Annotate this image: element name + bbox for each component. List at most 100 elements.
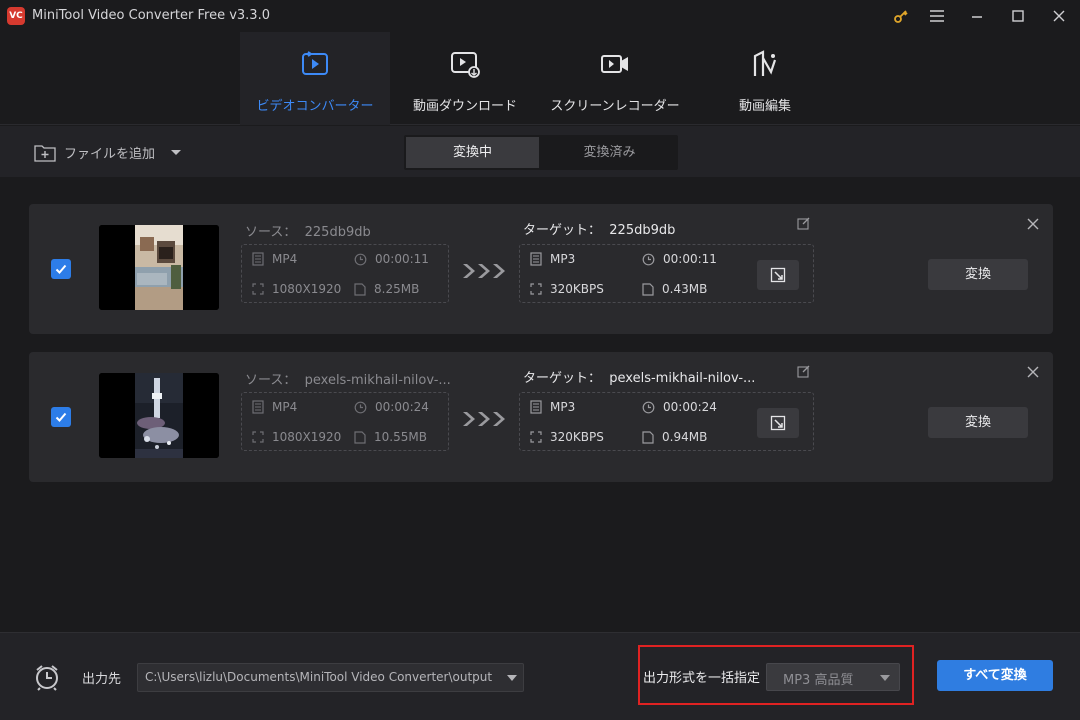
app-title: MiniTool Video Converter Free v3.3.0 (32, 8, 270, 23)
source-name: pexels-mikhail-nilov-... (304, 373, 451, 388)
convert-button[interactable]: 変換 (928, 259, 1028, 290)
source-label: ソース： 225db9db (245, 225, 371, 240)
target-format: MP3 (530, 252, 575, 266)
check-icon (55, 412, 67, 422)
download-icon (451, 52, 480, 78)
check-icon (55, 264, 67, 274)
video-thumbnail (99, 373, 219, 458)
target-duration: 00:00:11 (642, 252, 717, 266)
tab-video-download[interactable]: 動画ダウンロード (390, 32, 540, 125)
convert-arrow-icon (461, 262, 509, 280)
add-file-icon (34, 145, 56, 162)
app-logo: VC (7, 7, 25, 25)
convert-arrow-icon (461, 410, 509, 428)
tab-label: 動画ダウンロード (412, 99, 517, 114)
file-size-icon (354, 282, 366, 296)
tab-video-converter[interactable]: ビデオコンバーター (240, 32, 390, 125)
tab-video-editor[interactable]: 動画編集 (690, 32, 840, 125)
convert-button[interactable]: 変換 (928, 407, 1028, 438)
format-settings-button[interactable] (757, 260, 799, 290)
remove-item-icon[interactable] (1027, 218, 1039, 230)
target-name: pexels-mikhail-nilov-... (609, 371, 756, 386)
source-info-box: MP4 00:00:11 1080X1920 8.25MB (241, 244, 449, 303)
file-size-icon (354, 430, 366, 444)
clock-icon (642, 253, 655, 265)
conversion-list: ソース： 225db9db MP4 00:00:11 1080X1920 8.2… (0, 177, 1080, 632)
edit-format-icon (770, 415, 786, 431)
output-path-text: C:\Users\lizlu\Documents\MiniTool Video … (145, 670, 493, 684)
item-checkbox[interactable] (51, 407, 71, 427)
file-icon (252, 400, 264, 414)
target-bitrate: 320KBPS (530, 430, 604, 444)
target-label: ターゲット： pexels-mikhail-nilov-... (523, 371, 756, 386)
add-file-button[interactable]: ファイルを追加 (34, 142, 187, 162)
resolution-icon (252, 431, 264, 443)
remove-item-icon[interactable] (1027, 366, 1039, 378)
conversion-item: ソース： 225db9db MP4 00:00:11 1080X1920 8.2… (29, 204, 1053, 334)
clock-icon (354, 401, 367, 413)
source-resolution: 1080X1920 (252, 430, 341, 444)
conversion-item: ソース： pexels-mikhail-nilov-... MP4 00:00:… (29, 352, 1053, 482)
target-name: 225db9db (609, 223, 676, 238)
camera-icon (601, 55, 628, 73)
source-duration: 00:00:24 (354, 400, 429, 414)
source-resolution: 1080X1920 (252, 282, 341, 296)
clock-icon (642, 401, 655, 413)
close-icon[interactable] (1044, 4, 1074, 28)
alarm-clock-icon[interactable] (34, 663, 60, 691)
target-bitrate: 320KBPS (530, 282, 604, 296)
output-label: 出力先 (82, 672, 122, 687)
pencil-icon[interactable] (797, 217, 810, 230)
source-format: MP4 (252, 400, 297, 414)
target-label: ターゲット： 225db9db (523, 223, 676, 238)
clock-icon (354, 253, 367, 265)
menu-icon[interactable] (922, 4, 952, 28)
maximize-icon[interactable] (1003, 4, 1033, 28)
target-size: 0.43MB (642, 282, 707, 296)
video-thumbnail (99, 225, 219, 310)
file-icon (530, 400, 542, 414)
target-size: 0.94MB (642, 430, 707, 444)
source-format: MP4 (252, 252, 297, 266)
footer-bar: 出力先 C:\Users\lizlu\Documents\MiniTool Vi… (0, 632, 1080, 720)
file-icon (530, 252, 542, 266)
batch-format-label: 出力形式を一括指定 (643, 671, 761, 686)
output-path-select[interactable]: C:\Users\lizlu\Documents\MiniTool Video … (137, 663, 524, 692)
source-size: 10.55MB (354, 430, 427, 444)
toolbar: ファイルを追加 変換中 変換済み (0, 126, 1080, 177)
chevron-down-icon[interactable] (165, 145, 187, 159)
pencil-icon[interactable] (797, 365, 810, 378)
convert-icon (302, 51, 328, 75)
tab-converted[interactable]: 変換済み (543, 137, 676, 168)
chevron-down-icon (507, 675, 517, 681)
main-nav: ビデオコンバーター 動画ダウンロード スクリーンレコーダー 動画編集 (0, 32, 1080, 125)
edit-format-icon (770, 267, 786, 283)
source-duration: 00:00:11 (354, 252, 429, 266)
minimize-icon[interactable] (962, 4, 992, 28)
title-bar: VC MiniTool Video Converter Free v3.3.0 (0, 0, 1080, 32)
tab-screen-recorder[interactable]: スクリーンレコーダー (540, 32, 690, 125)
tab-label: スクリーンレコーダー (550, 99, 680, 114)
target-duration: 00:00:24 (642, 400, 717, 414)
tab-label: ビデオコンバーター (256, 99, 374, 114)
file-size-icon (642, 430, 654, 444)
convert-all-button[interactable]: すべて変換 (937, 660, 1053, 691)
resolution-icon (252, 283, 264, 295)
key-icon[interactable] (886, 4, 916, 28)
source-size: 8.25MB (354, 282, 419, 296)
edit-video-icon (753, 50, 777, 76)
chevron-down-icon (880, 675, 890, 681)
batch-format-select[interactable]: MP3 高品質 (766, 663, 900, 691)
tab-converting[interactable]: 変換中 (406, 137, 539, 168)
add-file-label: ファイルを追加 (64, 146, 156, 162)
item-checkbox[interactable] (51, 259, 71, 279)
source-name: 225db9db (304, 225, 371, 240)
file-size-icon (642, 282, 654, 296)
resolution-icon (530, 431, 542, 443)
source-info-box: MP4 00:00:24 1080X1920 10.55MB (241, 392, 449, 451)
batch-format-value: MP3 高品質 (783, 673, 854, 688)
format-settings-button[interactable] (757, 408, 799, 438)
target-format: MP3 (530, 400, 575, 414)
tab-label: 動画編集 (738, 99, 791, 114)
file-icon (252, 252, 264, 266)
